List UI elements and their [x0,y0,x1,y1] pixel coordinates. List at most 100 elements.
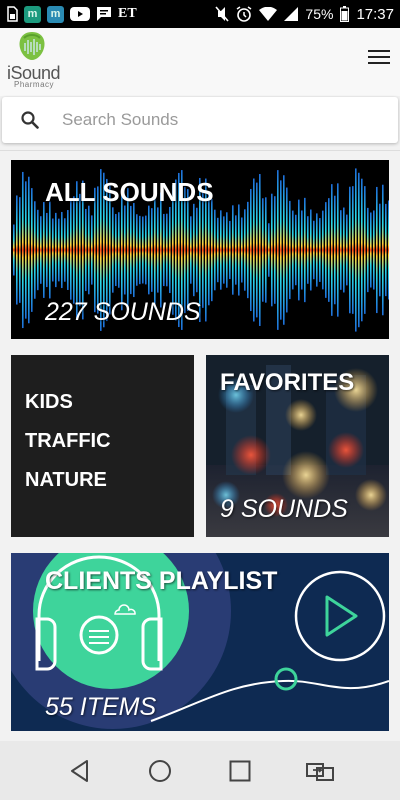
waveform-bar [79,193,81,307]
waveform-bar [136,214,138,286]
waveform-bar [343,207,345,293]
waveform-bar [22,171,24,329]
waveform-bar [91,215,93,285]
wifi-icon [259,7,278,21]
battery-percent: 75% [305,6,334,22]
waveform-bar [85,208,87,292]
youtube-icon [70,7,90,21]
waveform-bar [157,207,159,293]
waveform-bar [46,212,48,288]
waveform-bar [382,184,384,316]
waveform-bar [373,210,375,290]
waveform-bar [301,210,303,290]
category-traffic[interactable]: TRAFFIC [25,430,111,453]
waveform-bar [304,197,306,303]
logo-icon [19,32,45,60]
message-icon [96,6,112,22]
mute-icon [215,6,230,22]
waveform-bar [49,201,51,299]
home-button[interactable] [146,757,174,785]
waveform-bar [316,213,318,287]
waveform-bar [13,224,15,276]
waveform-bar [310,209,312,291]
home-icon [149,759,171,782]
waveform-bar [319,218,321,282]
waveform-bar [388,200,389,300]
favorites-card[interactable]: FAVORITES 9 SOUNDS [206,355,389,537]
waveform-bar [202,192,204,308]
waveform-bar [259,174,261,326]
waveform-bar [268,223,270,277]
playlist-count: 55 ITEMS [45,693,157,721]
waveform-bar [169,206,171,294]
waveform-bar [235,215,237,285]
clock: 17:37 [356,5,394,23]
recents-icon [229,760,251,781]
waveform-bar [61,211,63,289]
all-sounds-title: ALL SOUNDS [45,177,214,207]
category-nature[interactable]: NATURE [25,469,107,492]
hamburger-icon-line [368,56,390,58]
waveform-bar [322,210,324,290]
progress-knob [274,667,298,691]
waveform-bar [217,217,219,283]
categories-card: KIDS TRAFFIC NATURE [11,355,194,537]
waveform-bar [325,202,327,298]
waveform-bar [265,197,267,303]
waveform-bar [151,208,153,292]
system-nav-bar [0,741,400,800]
waveform-bar [133,202,135,298]
waveform-bar [88,205,90,295]
waveform-bar [130,205,132,295]
search-bar[interactable] [2,97,398,143]
waveform-bar [16,195,18,305]
screen-mirror-button[interactable] [306,757,334,785]
waveform-bar [337,183,339,317]
category-kids[interactable]: KIDS [25,391,73,414]
waveform-bar [379,203,381,297]
search-icon[interactable] [20,110,40,130]
recents-button[interactable] [226,757,254,785]
waveform-bar [19,197,21,303]
waveform-bar [331,184,333,316]
waveform-bar [64,218,66,282]
waveform-bar [385,203,387,297]
app-header: iSound Pharmacy [0,28,400,96]
waveform-bar [211,198,213,302]
waveform-bar [232,205,234,295]
all-sounds-card[interactable]: ALL SOUNDS 227 SOUNDS [11,160,389,339]
hamburger-icon-line [368,62,390,64]
waveform-bar [229,220,231,280]
playlist-title: CLIENTS PLAYLIST [45,567,278,595]
back-icon [71,759,88,782]
waveform-bar [367,207,369,293]
waveform-bar [163,213,165,287]
waveform-bar [274,196,276,304]
waveform-bar [70,200,72,300]
hamburger-menu-button[interactable] [368,50,390,68]
waveform-bar [298,199,300,301]
alarm-icon [236,6,252,22]
waveform-bar [277,170,279,330]
waveform-bar [352,186,354,314]
waveform-bar [271,193,273,307]
waveform-bar [145,215,147,285]
favorites-title: FAVORITES [220,369,355,396]
screen-mirror-icon [306,762,334,781]
back-button[interactable] [66,757,94,785]
hamburger-icon-line [368,50,390,52]
waveform-bar [214,209,216,291]
app-m-icon: m [24,5,41,23]
waveform-bar [283,175,285,325]
waveform-bar [253,178,255,322]
clients-playlist-card[interactable]: CLIENTS PLAYLIST 55 ITEMS [11,553,389,731]
waveform-bar [307,216,309,284]
waveform-bar [226,212,228,288]
waveform-bar [112,207,114,293]
isound-logo[interactable]: iSound Pharmacy [4,30,61,92]
waveform-bar [37,209,39,291]
waveform-bar [55,212,57,288]
play-button-ring [294,570,386,662]
waveform-bar [346,214,348,286]
search-input[interactable] [62,110,362,130]
